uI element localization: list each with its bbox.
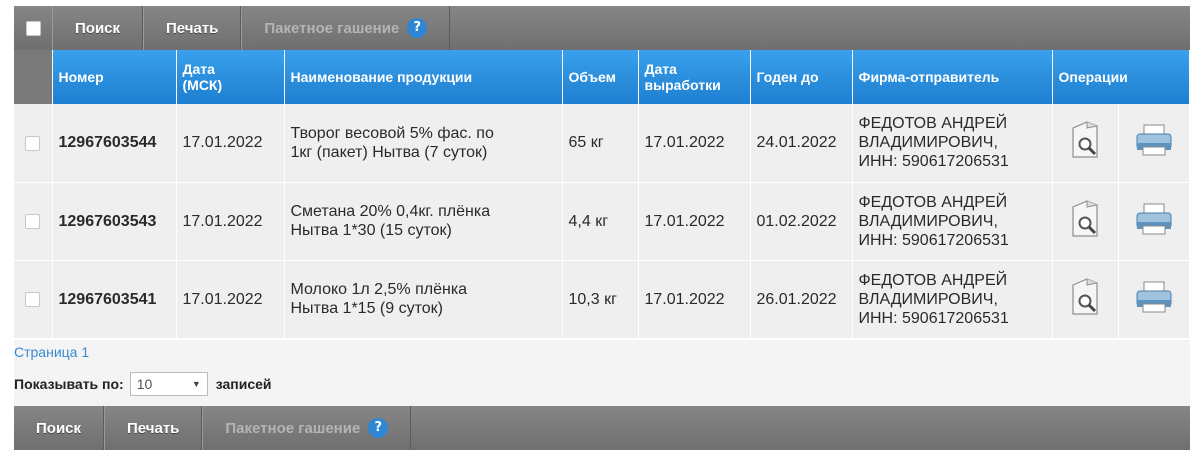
header-sender[interactable]: Фирма-отправитель: [852, 50, 1053, 104]
help-icon[interactable]: ?: [368, 418, 389, 438]
row-number: 12967603541: [52, 260, 177, 339]
row-checkbox-cell: [14, 104, 53, 183]
row-number: 12967603544: [52, 104, 177, 183]
table-header-row: Номер Дата (МСК) Наименование продукции О…: [14, 50, 1190, 104]
batch-cancel-button-bottom[interactable]: Пакетное гашение ?: [202, 406, 412, 450]
records-label: записей: [215, 376, 272, 392]
view-operation-cell: [1052, 104, 1119, 183]
row-checkbox[interactable]: [25, 291, 41, 307]
header-production-date[interactable]: Дата выработки: [638, 50, 751, 104]
table-row[interactable]: 12967603544 17.01.2022 Творог весовой 5%…: [14, 104, 1190, 183]
row-volume: 10,3 кг: [562, 260, 639, 339]
select-all-checkbox[interactable]: [25, 20, 41, 36]
row-date: 17.01.2022: [176, 182, 285, 261]
row-production-date: 17.01.2022: [638, 182, 751, 261]
row-valid-until: 01.02.2022: [750, 182, 853, 261]
print-operation-cell: [1118, 104, 1190, 183]
printer-icon[interactable]: [1134, 280, 1174, 319]
search-button-label: Поиск: [75, 19, 121, 37]
chevron-down-icon: ▼: [191, 379, 201, 389]
row-checkbox-cell: [14, 182, 53, 261]
help-icon[interactable]: ?: [407, 18, 428, 38]
row-production-date: 17.01.2022: [638, 260, 751, 339]
row-date: 17.01.2022: [176, 104, 285, 183]
row-number: 12967603543: [52, 182, 177, 261]
print-operation-cell: [1118, 260, 1190, 339]
document-magnifier-icon[interactable]: [1070, 199, 1100, 244]
table-row[interactable]: 12967603543 17.01.2022 Сметана 20% 0,4кг…: [14, 182, 1190, 261]
header-date[interactable]: Дата (МСК): [176, 50, 285, 104]
print-button-label: Печать: [127, 419, 180, 437]
pager-area: Страница 1 Показывать по: 10 ▼ записей: [14, 340, 1190, 406]
document-magnifier-icon[interactable]: [1070, 277, 1100, 322]
printer-icon[interactable]: [1134, 202, 1174, 241]
header-product[interactable]: Наименование продукции: [284, 50, 563, 104]
page-size-select[interactable]: 10 ▼: [129, 372, 208, 396]
bottom-toolbar: Поиск Печать Пакетное гашение ?: [14, 406, 1190, 450]
header-volume[interactable]: Объем: [562, 50, 639, 104]
documents-table: Номер Дата (МСК) Наименование продукции О…: [14, 50, 1190, 339]
row-valid-until: 24.01.2022: [750, 104, 853, 183]
view-operation-cell: [1052, 182, 1119, 261]
row-product: Молоко 1л 2,5% плёнка Нытва 1*15 (9 суток…: [284, 260, 563, 339]
batch-cancel-button-label: Пакетное гашение: [225, 419, 361, 437]
row-date: 17.01.2022: [176, 260, 285, 339]
search-button-label: Поиск: [36, 419, 82, 437]
document-magnifier-icon[interactable]: [1070, 120, 1100, 165]
show-by-label: Показывать по:: [14, 376, 124, 392]
search-button-bottom[interactable]: Поиск: [14, 406, 105, 450]
row-sender: ФЕДОТОВ АНДРЕЙ ВЛАДИМИРОВИЧ, ИНН: 59061720…: [852, 260, 1053, 339]
row-product: Сметана 20% 0,4кг. плёнка Нытва 1*30 (15 …: [284, 182, 563, 261]
row-production-date: 17.01.2022: [638, 104, 751, 183]
search-button[interactable]: Поиск: [52, 6, 144, 50]
row-product: Творог весовой 5% фас. по 1кг (пакет) Ныт…: [284, 104, 563, 183]
header-valid-until[interactable]: Годен до: [750, 50, 853, 104]
page-link[interactable]: Страница 1: [14, 344, 89, 360]
view-operation-cell: [1052, 260, 1119, 339]
row-sender: ФЕДОТОВ АНДРЕЙ ВЛАДИМИРОВИЧ, ИНН: 59061720…: [852, 182, 1053, 261]
row-valid-until: 26.01.2022: [750, 260, 853, 339]
row-volume: 4,4 кг: [562, 182, 639, 261]
batch-cancel-button[interactable]: Пакетное гашение ?: [241, 6, 451, 50]
row-checkbox[interactable]: [25, 213, 41, 229]
page-size-control: Показывать по: 10 ▼ записей: [14, 372, 272, 396]
row-checkbox-cell: [14, 260, 53, 339]
print-button-label: Печать: [166, 19, 219, 37]
printer-icon[interactable]: [1134, 123, 1174, 162]
row-checkbox[interactable]: [25, 135, 41, 151]
header-number[interactable]: Номер: [52, 50, 177, 104]
page-size-value: 10: [136, 376, 153, 392]
row-sender: ФЕДОТОВ АНДРЕЙ ВЛАДИМИРОВИЧ, ИНН: 59061720…: [852, 104, 1053, 183]
select-all-cell: [14, 6, 52, 50]
table-row[interactable]: 12967603541 17.01.2022 Молоко 1л 2,5% пл…: [14, 260, 1190, 339]
print-button[interactable]: Печать: [143, 6, 242, 50]
row-volume: 65 кг: [562, 104, 639, 183]
top-toolbar: Поиск Печать Пакетное гашение ?: [14, 6, 1190, 50]
batch-cancel-button-label: Пакетное гашение: [264, 19, 400, 37]
print-button-bottom[interactable]: Печать: [104, 406, 203, 450]
header-operations: Операции: [1052, 50, 1190, 104]
header-checkbox-column: [14, 50, 53, 104]
print-operation-cell: [1118, 182, 1190, 261]
